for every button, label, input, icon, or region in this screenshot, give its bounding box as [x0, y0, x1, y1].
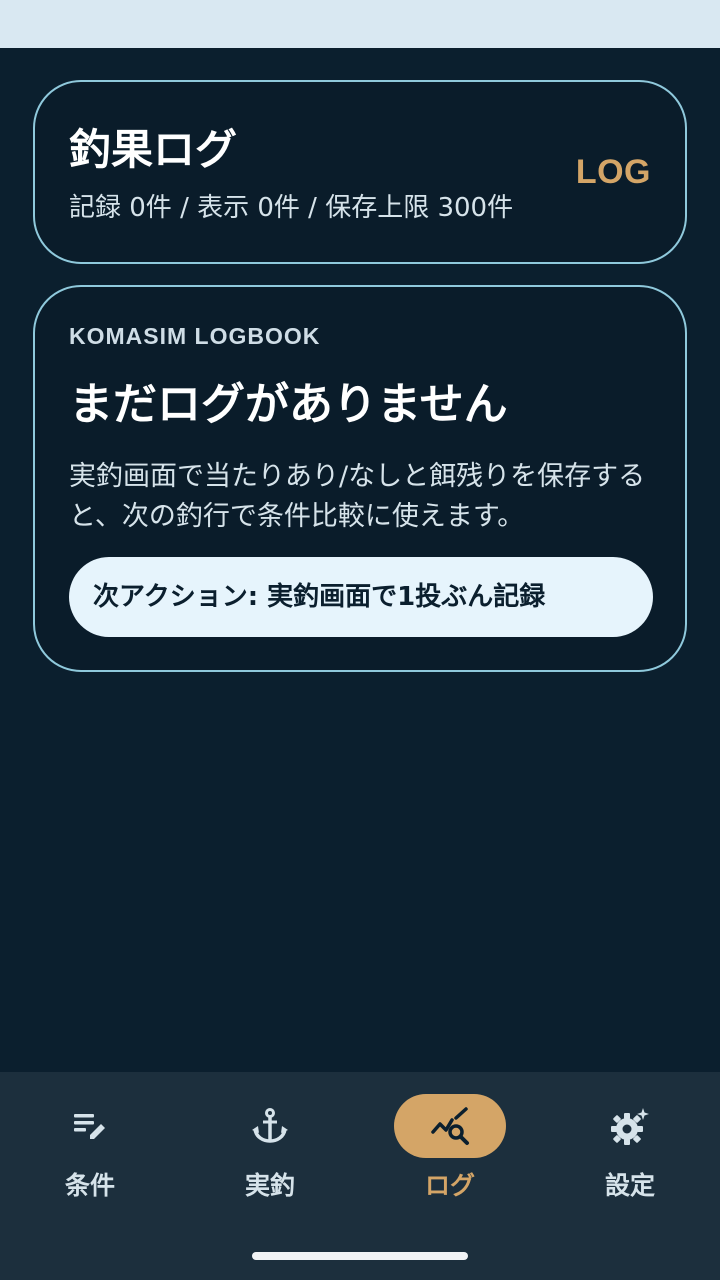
gear-sparkle-icon [611, 1108, 649, 1145]
nav-item-conditions[interactable]: 条件 [0, 1094, 180, 1214]
nav-item-fishing[interactable]: 実釣 [180, 1094, 360, 1214]
nav-label-log: ログ [424, 1171, 475, 1200]
edit-list-icon [74, 1114, 105, 1139]
log-count-summary: 記録 0件 / 表示 0件 / 保存上限 300件 [69, 193, 514, 223]
nav-label-fishing: 実釣 [244, 1171, 295, 1200]
nav-label-conditions: 条件 [64, 1171, 115, 1200]
log-summary-card: 釣果ログ 記録 0件 / 表示 0件 / 保存上限 300件 LOG [33, 80, 687, 264]
bottom-navigation: 条件 実釣 ログ 設定 [0, 1072, 720, 1280]
anchor-icon [252, 1108, 288, 1143]
page-title: 釣果ログ [69, 125, 238, 174]
home-indicator[interactable] [252, 1252, 468, 1260]
nav-item-settings[interactable]: 設定 [540, 1094, 720, 1214]
logbook-eyebrow: KOMASIM LOGBOOK [69, 323, 321, 349]
status-bar [0, 0, 720, 48]
next-action-button[interactable]: 次アクション: 実釣画面で1投ぶん記録 [69, 557, 653, 637]
nav-label-settings: 設定 [604, 1171, 655, 1200]
empty-state-card: KOMASIM LOGBOOK まだログがありません 実釣画面で当たりあり/なし… [33, 285, 687, 672]
chart-search-icon [431, 1107, 469, 1145]
log-badge: LOG [575, 153, 651, 191]
empty-state-heading: まだログがありません [69, 379, 508, 430]
empty-state-description: 実釣画面で当たりあり/なしと餌残りを保存すると、次の釣行で条件比較に使えます。 [69, 461, 646, 532]
nav-item-log[interactable]: ログ [360, 1094, 540, 1214]
